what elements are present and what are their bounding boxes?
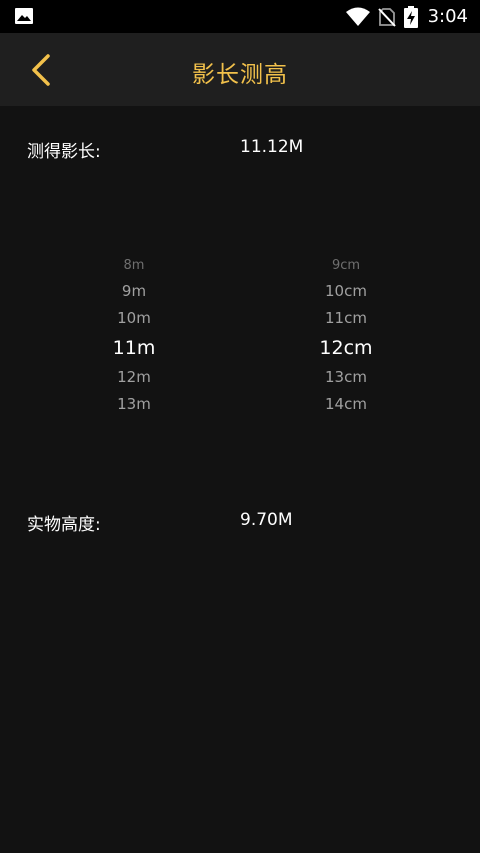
centimeters-option-selected[interactable]: 12cm — [266, 332, 426, 364]
gallery-icon — [15, 8, 33, 24]
centimeters-picker[interactable]: 9cm 10cm 11cm 12cm 13cm 14cm — [266, 253, 426, 418]
meters-option[interactable]: 9m — [54, 278, 214, 305]
centimeters-option[interactable]: 11cm — [266, 305, 426, 332]
centimeters-option[interactable]: 10cm — [266, 278, 426, 305]
centimeters-option[interactable]: 9cm — [266, 253, 426, 278]
meters-option[interactable]: 10m — [54, 305, 214, 332]
meters-option[interactable]: 13m — [54, 391, 214, 418]
battery-charging-icon — [403, 5, 418, 28]
app-bar: 影长测高 — [0, 33, 480, 106]
status-time: 3:04 — [427, 6, 468, 27]
meters-option[interactable]: 12m — [54, 364, 214, 391]
object-height-value: 9.70M — [240, 510, 293, 530]
no-sim-icon — [377, 7, 396, 27]
centimeters-option[interactable]: 14cm — [266, 391, 426, 418]
meters-picker[interactable]: 8m 9m 10m 11m 12m 13m — [54, 253, 214, 418]
shadow-length-label: 测得影长: — [27, 142, 101, 162]
status-bar: 3:04 — [0, 0, 480, 33]
meters-option[interactable]: 8m — [54, 253, 214, 278]
wifi-icon — [345, 7, 370, 26]
shadow-length-value: 11.12M — [240, 137, 304, 157]
status-icons: 3:04 — [345, 4, 468, 29]
object-height-label: 实物高度: — [27, 515, 101, 535]
page-title: 影长测高 — [192, 62, 288, 88]
centimeters-option[interactable]: 13cm — [266, 364, 426, 391]
meters-option-selected[interactable]: 11m — [54, 332, 214, 364]
